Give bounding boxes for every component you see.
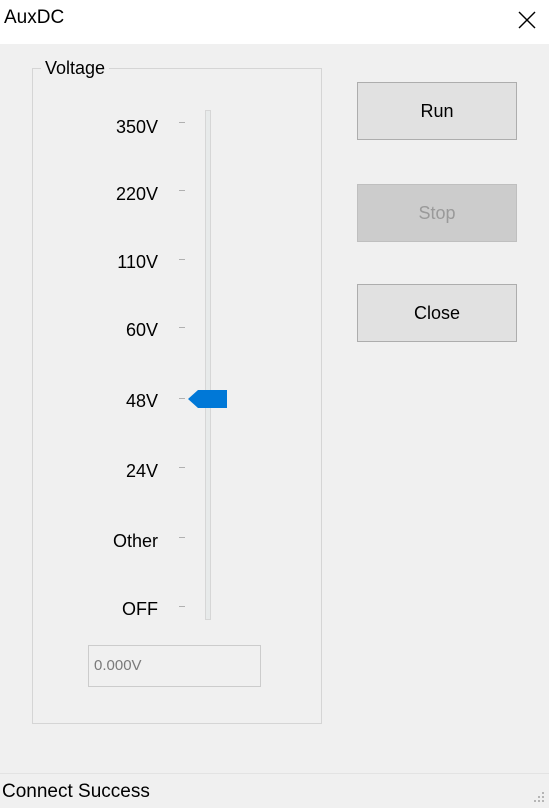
level-label-48v: 48V: [125, 391, 158, 411]
close-button[interactable]: Close: [357, 284, 517, 342]
tick-mark: [179, 327, 185, 328]
tick-mark: [179, 467, 185, 468]
status-text: Connect Success: [2, 781, 150, 802]
size-grip-icon[interactable]: [531, 789, 545, 803]
window-title: AuxDC: [4, 7, 65, 28]
level-label-220v: 220V: [115, 184, 158, 204]
tick-mark: [179, 398, 185, 399]
tick-mark: [179, 259, 185, 260]
level-label-60v: 60V: [125, 320, 158, 340]
close-icon[interactable]: [517, 10, 537, 30]
tick-mark: [179, 122, 185, 123]
voltage-readout-field: 0.000V: [88, 645, 261, 687]
tick-mark: [179, 537, 185, 538]
stop-button: Stop: [357, 184, 517, 242]
auxdc-window: AuxDC Voltage 350V 220V 110V 60V 48V 24V…: [0, 0, 549, 807]
tick-mark: [179, 606, 185, 607]
title-bar[interactable]: AuxDC: [0, 0, 549, 44]
run-button[interactable]: Run: [357, 82, 517, 140]
level-label-other: Other: [112, 531, 158, 551]
status-bar: Connect Success: [0, 773, 549, 807]
level-label-24v: 24V: [125, 461, 158, 481]
voltage-slider-track[interactable]: [205, 110, 211, 620]
tick-mark: [179, 190, 185, 191]
voltage-group-title: Voltage: [41, 57, 110, 79]
voltage-group-box: [32, 68, 322, 724]
level-label-off: OFF: [122, 599, 158, 619]
voltage-slider-thumb[interactable]: [188, 389, 228, 409]
level-label-350v: 350V: [115, 117, 158, 137]
level-label-110v: 110V: [117, 252, 158, 272]
